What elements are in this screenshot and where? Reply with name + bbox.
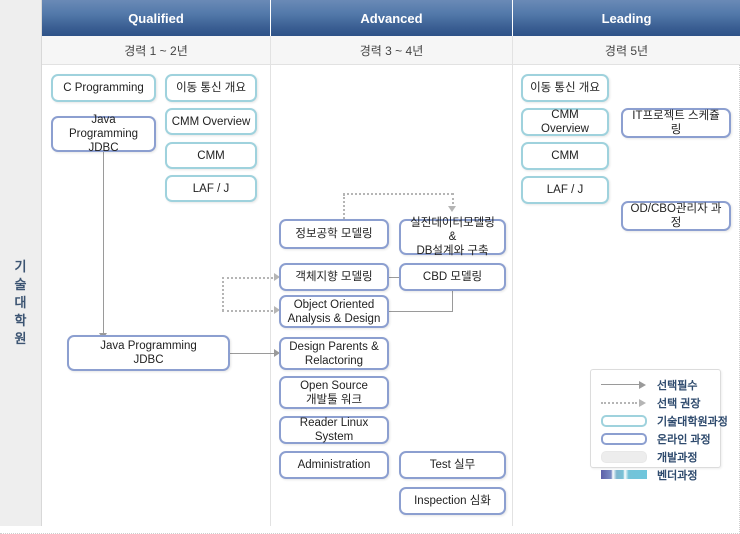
roadmap-diagram: 기 술 대 학 원 Qualified Advanced Leading 경력 … [0,0,740,534]
box-info-eng-modeling[interactable]: 정보공학 모델링 [279,219,389,249]
connector-java-to-design [230,353,277,354]
legend-row-dev: 개발과정 [591,448,720,466]
column-header-qualified: Qualified [42,0,271,36]
column-subtitle-advanced: 경력 3 ~ 4년 [271,36,513,65]
box-ooad[interactable]: Object Oriented Analysis & Design [279,295,389,328]
column-header-advanced: Advanced [271,0,513,36]
rail-char-0: 기 [14,259,27,274]
box-cmm-overview-q[interactable]: CMM Overview [165,108,257,135]
online-box-icon [599,432,651,446]
box-design-patterns[interactable]: Design Parents & Relactoring [279,337,389,370]
legend-label-recommended: 선택 권장 [657,398,701,410]
box-cmm-overview-l[interactable]: CMM Overview [521,108,609,136]
column-subtitle-qualified-label: 경력 1 ~ 2년 [124,43,188,58]
box-java-jdbc-top[interactable]: Java Programming JDBC [51,114,156,154]
connector-dotted-infoeng-h [343,193,453,195]
legend-row-online: 온라인 과정 [591,430,720,448]
connector-dotted-bracket-v [222,277,224,311]
box-practical-data-modeling[interactable]: 실전데이터모델링 & DB설계와 구축 [399,217,506,257]
column-header-advanced-label: Advanced [360,10,423,26]
column-header-leading-label: Leading [601,10,652,26]
column-header-leading: Leading [513,0,740,36]
column-separator-2 [512,65,513,526]
connector-dotted-infoeng-v [343,194,345,219]
dotted-arrow-icon [599,396,651,410]
dev-box-icon [599,450,651,464]
rail-char-3: 학 [14,313,27,328]
box-administration[interactable]: Administration [279,451,389,479]
column-subtitle-qualified: 경력 1 ~ 2년 [42,36,271,65]
legend-label-online: 온라인 과정 [657,434,711,446]
connector-dotted-to-practical-arrowhead [448,206,456,212]
column-subtitle-leading-label: 경력 5년 [604,43,649,58]
grad-box-icon [599,414,651,428]
column-separator-1 [270,65,271,526]
connector-ooad-to-cbd-v [452,290,453,312]
legend-row-vendor: 벤더과정 [591,466,720,484]
connector-dotted-oomodeling-h [222,277,277,279]
column-header-qualified-label: Qualified [128,10,184,26]
connector-dotted-ooad-h [222,310,277,312]
box-c-programming[interactable]: C Programming [51,74,156,102]
box-reader-linux[interactable]: Reader Linux System [279,416,389,444]
box-open-source[interactable]: Open Source 개발툴 워크 [279,376,389,409]
box-mobile-comm-intro-l[interactable]: 이동 통신 개요 [521,74,609,102]
solid-arrow-icon [599,378,651,392]
box-laf-j-q[interactable]: LAF / J [165,175,257,202]
legend-label-dev: 개발과정 [657,452,698,464]
box-laf-j-l[interactable]: LAF / J [521,176,609,204]
box-oo-modeling[interactable]: 객체지향 모델링 [279,263,389,291]
legend-label-grad: 기술대학원과정 [657,416,728,428]
rail-vertical-label: 기 술 대 학 원 [0,258,41,348]
column-subtitle-advanced-label: 경력 3 ~ 4년 [359,43,424,58]
box-java-jdbc-bottom[interactable]: Java Programming JDBC [67,335,230,371]
legend-row-required: 선택필수 [591,376,720,394]
box-it-project-scheduling[interactable]: IT프로젝트 스케쥴링 [621,108,731,138]
box-cbd-modeling[interactable]: CBD 모델링 [399,263,506,291]
left-rail: 기 술 대 학 원 [0,0,42,526]
legend-row-grad: 기술대학원과정 [591,412,728,430]
box-cmm-q[interactable]: CMM [165,142,257,169]
box-test-practice[interactable]: Test 실무 [399,451,506,479]
connector-ooad-to-cbd-h [389,311,452,312]
legend-row-recommended: 선택 권장 [591,394,720,412]
legend-label-required: 선택필수 [657,380,698,392]
legend-label-vendor: 벤더과정 [657,470,698,482]
legend: 선택필수 선택 권장 기술대학원과정 온라인 과정 개발과정 벤더과정 [590,369,728,482]
rail-char-4: 원 [14,331,27,346]
box-cmm-l[interactable]: CMM [521,142,609,170]
box-mobile-comm-intro-q[interactable]: 이동 통신 개요 [165,74,257,102]
vendor-bar-icon [599,468,651,482]
column-subtitle-leading: 경력 5년 [513,36,740,65]
box-od-cbo-manager[interactable]: OD/CBO관리자 과정 [621,201,731,231]
box-inspection-advanced[interactable]: Inspection 심화 [399,487,506,515]
rail-char-1: 술 [14,277,27,292]
connector-java-vertical [103,152,104,336]
rail-char-2: 대 [14,295,27,310]
